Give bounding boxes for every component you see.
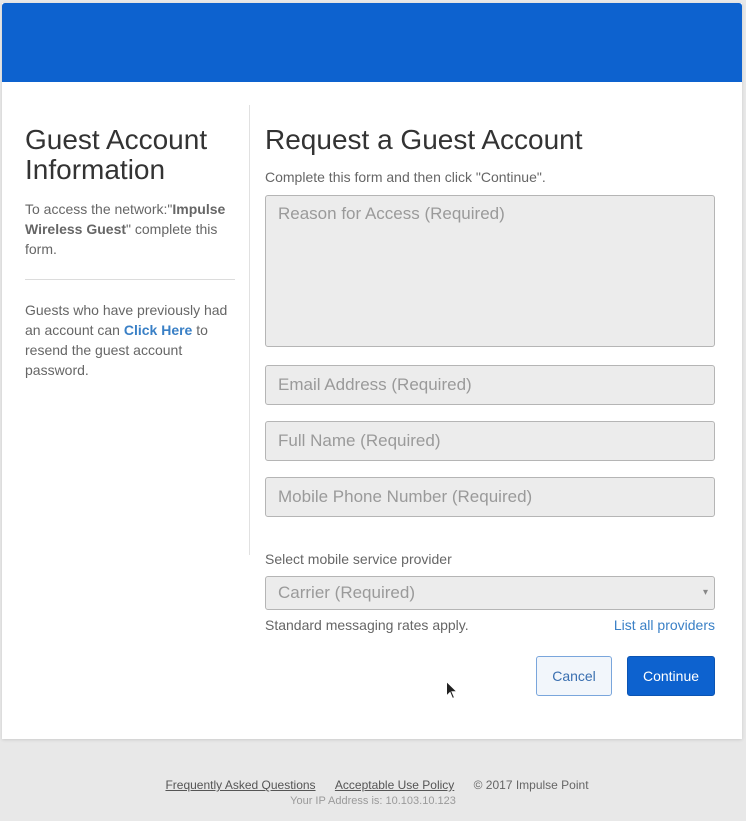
form-title: Request a Guest Account [265, 124, 583, 155]
sidebar-divider [25, 279, 235, 280]
carrier-select[interactable]: Carrier (Required) ▾ [265, 576, 715, 610]
copyright-text: © 2017 Impulse Point [473, 778, 589, 792]
header-bar [2, 3, 742, 82]
guest-info-panel: Guest Account Information To access the … [25, 125, 235, 380]
provider-label: Select mobile service provider [265, 551, 452, 567]
carrier-selected-value: Carrier (Required) [278, 583, 415, 602]
network-instructions: To access the network:"Impulse Wireless … [25, 201, 226, 257]
rates-note: Standard messaging rates apply. [265, 617, 469, 633]
guest-info-title: Guest Account Information [25, 124, 208, 185]
aup-link[interactable]: Acceptable Use Policy [335, 778, 454, 792]
form-instructions: Complete this form and then click "Conti… [265, 169, 546, 185]
chevron-down-icon: ▾ [702, 587, 708, 598]
vertical-divider [249, 105, 250, 555]
mouse-pointer-icon [446, 681, 458, 699]
click-here-link[interactable]: Click Here [124, 322, 192, 338]
list-providers-link[interactable]: List all providers [614, 617, 715, 633]
faq-link[interactable]: Frequently Asked Questions [165, 778, 315, 792]
resend-instructions: Guests who have previously had an accoun… [25, 302, 228, 378]
continue-button[interactable]: Continue [627, 656, 715, 696]
guest-request-form: Request a Guest Account Complete this fo… [265, 124, 715, 696]
footer-links: Frequently Asked Questions Acceptable Us… [0, 778, 746, 792]
full-name-field[interactable] [265, 421, 715, 461]
mobile-phone-field[interactable] [265, 477, 715, 517]
cancel-button[interactable]: Cancel [536, 656, 612, 696]
reason-textarea[interactable] [265, 195, 715, 347]
footer: Frequently Asked Questions Acceptable Us… [0, 778, 746, 807]
email-field[interactable] [265, 365, 715, 405]
ip-address-text: Your IP Address is: 10.103.10.123 [290, 795, 456, 807]
